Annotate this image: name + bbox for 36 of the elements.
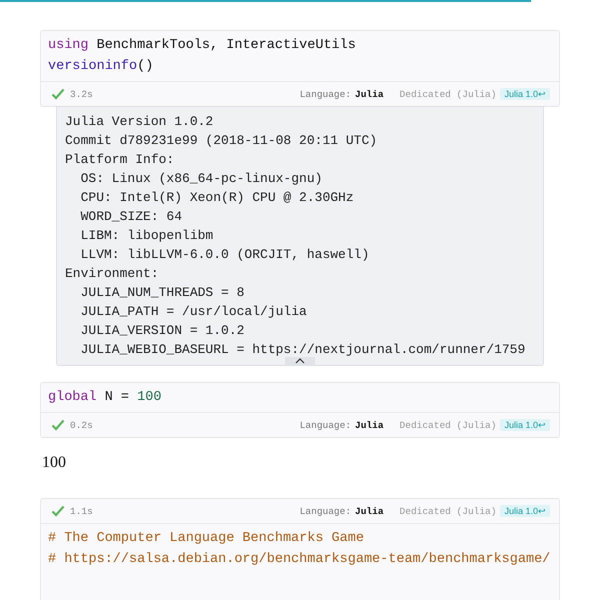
code-line: # The Computer Language Benchmarks Game: [48, 531, 364, 546]
environment-tag[interactable]: Julia 1.0↩: [500, 88, 550, 100]
code-line: global N = 100: [48, 390, 162, 405]
code-line: versioninfo(): [48, 59, 154, 74]
output-line: LIBM: libopenlibm: [80, 227, 214, 245]
output-line: JULIA_PATH = /usr/local/julia: [80, 303, 308, 321]
output-line: JULIA_WEBIO_BASEURL = https://nextjournal.com/runner/1759: [80, 341, 526, 359]
output-line: Environment:: [65, 265, 160, 283]
environment-tag[interactable]: Julia 1.0↩: [500, 419, 550, 431]
runtime-label: Dedicated (Julia): [400, 88, 496, 100]
code-line: # https://salsa.debian.org/benchmarksgame-team/benchmarksgame/: [48, 552, 550, 567]
run-time: 1.1s: [70, 506, 93, 516]
run-time: 0.2s: [70, 420, 93, 430]
output-line: Platform Info:: [65, 151, 176, 169]
environment-tag[interactable]: Julia 1.0↩: [500, 505, 550, 517]
language-label: Language:: [300, 506, 352, 516]
output-line: JULIA_NUM_THREADS = 8: [80, 284, 246, 302]
caret-icon: [295, 358, 305, 364]
code-line: using BenchmarkTools, InteractiveUtils: [48, 38, 356, 53]
language-name: Julia: [355, 88, 384, 100]
output-line: LLVM: libLLVM-6.0.0 (ORCJIT, haswell): [80, 246, 370, 264]
output-line: OS: Linux (x86_64-pc-linux-gnu): [80, 170, 324, 188]
output-value: 100: [42, 454, 67, 472]
runtime-label: Dedicated (Julia): [400, 420, 496, 430]
language-name: Julia: [355, 506, 384, 516]
language-label: Language:: [300, 420, 352, 430]
output-line: Julia Version 1.0.2: [65, 113, 214, 131]
collapse-button[interactable]: [285, 357, 315, 365]
output-line: Commit d789231e99 (2018-11-08 20:11 UTC): [65, 132, 378, 150]
language-label: Language:: [300, 88, 352, 100]
language-name: Julia: [355, 420, 384, 430]
output-line: WORD_SIZE: 64: [80, 208, 184, 226]
output-line: JULIA_VERSION = 1.0.2: [80, 322, 246, 340]
runtime-label: Dedicated (Julia): [400, 506, 496, 516]
output-line: CPU: Intel(R) Xeon(R) CPU @ 2.30GHz: [80, 189, 355, 207]
run-time: 3.2s: [70, 88, 93, 100]
